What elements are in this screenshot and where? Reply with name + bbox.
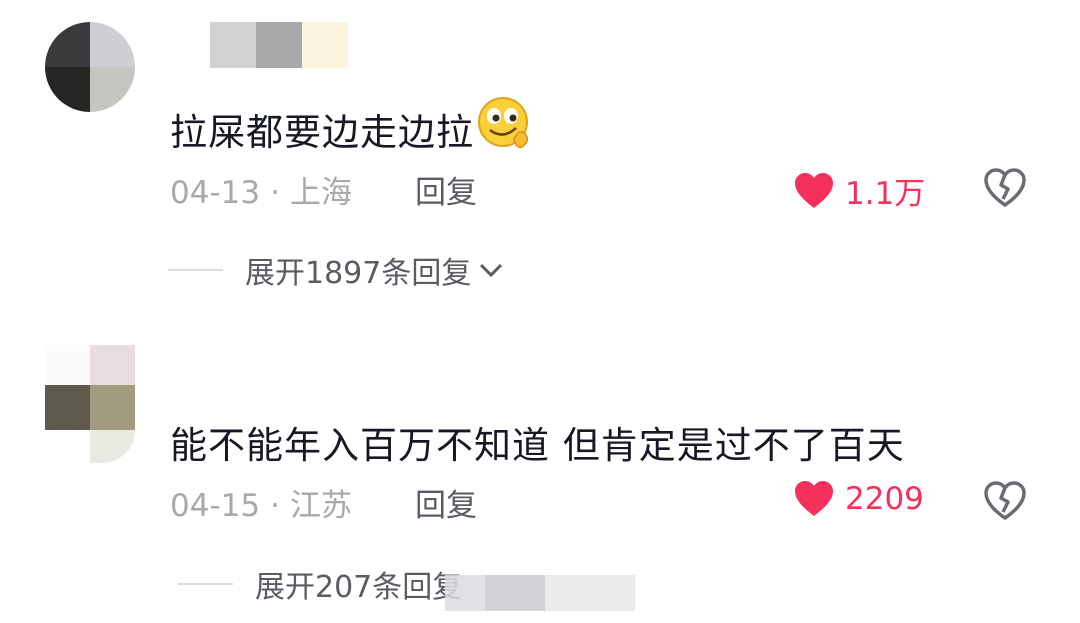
broken-heart-icon [984, 168, 1026, 207]
broken-heart-icon [984, 481, 1026, 520]
like-button[interactable]: 1.1万 [793, 168, 925, 213]
watermark-redacted [445, 575, 635, 611]
dislike-button[interactable] [982, 480, 1028, 526]
separator: · [270, 175, 280, 211]
comment-date: 04-15 [170, 488, 261, 524]
divider-line [168, 269, 223, 271]
comment-date: 04-13 [170, 175, 261, 211]
expand-replies[interactable]: 展开1897条回复 [168, 248, 505, 292]
comment-text: 能不能年入百万不知道 但肯定是过不了百天 [170, 424, 905, 467]
expand-replies[interactable]: 展开207条回复 [168, 562, 462, 606]
heart-filled-icon [795, 481, 833, 516]
comment-location: 上海 [289, 175, 352, 211]
heart-filled-icon [795, 172, 833, 208]
chevron-down-icon [480, 263, 503, 278]
username-redacted[interactable] [210, 22, 360, 72]
comment-meta: 04-15 · 江苏 回复 [170, 480, 477, 525]
comment-meta: 04-13 · 上海 回复 [170, 167, 477, 212]
dislike-button[interactable] [982, 167, 1028, 213]
separator: · [270, 488, 280, 524]
expand-replies-label: 展开1897条回复 [245, 256, 472, 291]
expand-replies-label: 展开207条回复 [255, 570, 463, 605]
divider-line [178, 583, 233, 585]
avatar[interactable] [45, 345, 135, 463]
comment-location: 江苏 [289, 488, 352, 524]
comment-item: 拉屎都要边走边拉 04-13 · 上海 回复 1.1万 展开1897条回复 [0, 0, 1080, 320]
reply-button[interactable]: 回复 [415, 480, 477, 525]
reply-button[interactable]: 回复 [415, 167, 477, 212]
smirk-emoji-icon [476, 95, 534, 162]
comment-text: 拉屎都要边走边拉 [170, 95, 534, 162]
like-button[interactable]: 2209 [793, 480, 924, 518]
avatar[interactable] [45, 22, 135, 112]
comment-text-body: 拉屎都要边走边拉 [170, 111, 474, 154]
comment-item: 能不能年入百万不知道 但肯定是过不了百天 04-15 · 江苏 回复 2209 展开… [0, 320, 1080, 623]
like-count: 2209 [845, 481, 924, 517]
like-count: 1.1万 [845, 176, 926, 212]
